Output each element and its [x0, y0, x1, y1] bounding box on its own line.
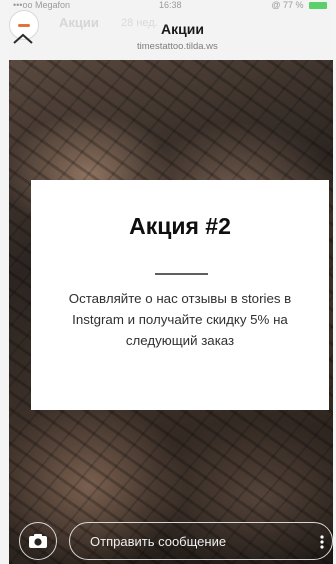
story-header: •••oo Megafon 16:38 @ 77 % Акции 28 нед.… — [9, 0, 333, 60]
battery-icon — [309, 2, 327, 9]
status-bar: •••oo Megafon 16:38 @ 77 % — [9, 0, 333, 10]
page-url: timestattoo.tilda.ws — [137, 41, 218, 52]
battery-status: @ 77 % — [271, 0, 327, 10]
title-divider — [155, 273, 208, 275]
camera-button[interactable] — [19, 522, 57, 560]
message-placeholder: Отправить сообщение — [90, 534, 227, 549]
reply-bar: Отправить сообщение — [9, 518, 333, 564]
promo-text: Оставляйте о нас отзывы в stories в Inst… — [68, 291, 292, 348]
page-title: Акции — [161, 21, 204, 37]
story-time: 28 нед. — [121, 17, 158, 29]
promo-card: Акция #2 Оставляйте о нас отзывы в stori… — [31, 180, 329, 410]
message-input[interactable]: Отправить сообщение — [69, 522, 333, 560]
carrier-label: •••oo Megafon — [13, 0, 70, 10]
promo-title: Акция #2 — [129, 213, 231, 239]
clock-label: 16:38 — [159, 0, 182, 10]
story-username[interactable]: Акции — [59, 15, 99, 30]
left-edge — [0, 0, 9, 564]
camera-icon — [29, 534, 47, 548]
more-options-icon[interactable] — [320, 535, 324, 549]
story-view: •••oo Megafon 16:38 @ 77 % Акции 28 нед.… — [0, 0, 336, 564]
collapse-chevron-icon[interactable] — [11, 30, 35, 46]
battery-label: @ 77 % — [271, 0, 304, 10]
